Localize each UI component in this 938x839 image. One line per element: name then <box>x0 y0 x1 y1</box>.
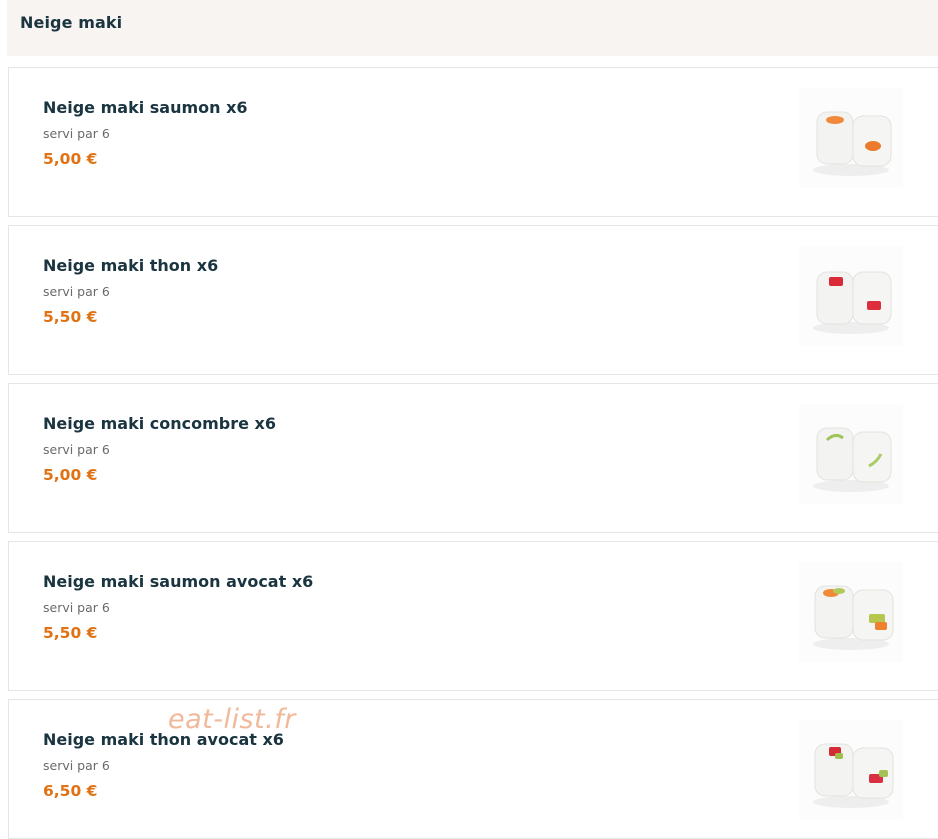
item-serving: servi par 6 <box>43 758 110 773</box>
maki-concombre-photo <box>799 404 903 504</box>
item-price: 5,50 € <box>43 308 98 326</box>
item-serving: servi par 6 <box>43 126 110 141</box>
maki-thon-photo <box>799 246 903 346</box>
item-price: 5,50 € <box>43 624 98 642</box>
menu-item-card[interactable]: Neige maki saumon x6 servi par 6 5,00 € <box>8 67 938 217</box>
item-price: 5,00 € <box>43 150 98 168</box>
item-serving: servi par 6 <box>43 284 110 299</box>
item-name: Neige maki saumon x6 <box>43 98 248 117</box>
menu-item-card[interactable]: Neige maki concombre x6 servi par 6 5,00… <box>8 383 938 533</box>
maki-thon-avocat-photo <box>799 720 903 820</box>
item-name: Neige maki saumon avocat x6 <box>43 572 314 591</box>
item-price: 5,00 € <box>43 466 98 484</box>
item-name: Neige maki thon x6 <box>43 256 219 275</box>
menu-item-card[interactable]: Neige maki saumon avocat x6 servi par 6 … <box>8 541 938 691</box>
item-name: Neige maki concombre x6 <box>43 414 276 433</box>
menu-item-card[interactable]: Neige maki thon x6 servi par 6 5,50 € <box>8 225 938 375</box>
item-serving: servi par 6 <box>43 442 110 457</box>
section-title: Neige maki <box>20 13 123 32</box>
maki-saumon-photo <box>799 88 903 188</box>
menu-item-card[interactable]: Neige maki thon avocat x6 servi par 6 6,… <box>8 699 938 839</box>
maki-saumon-avocat-photo <box>799 562 903 662</box>
item-price: 6,50 € <box>43 782 98 800</box>
item-name: Neige maki thon avocat x6 <box>43 730 284 749</box>
item-serving: servi par 6 <box>43 600 110 615</box>
section-header: Neige maki <box>7 0 938 56</box>
